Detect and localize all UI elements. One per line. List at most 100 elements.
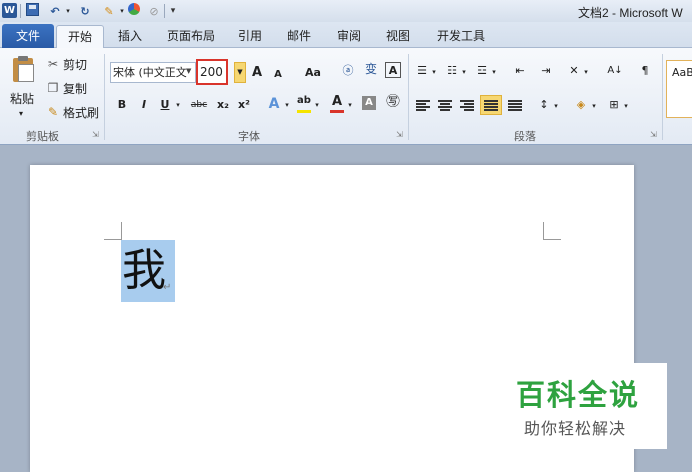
clipboard-group-label: 剪贴板 <box>26 130 59 143</box>
multilevel-dropdown-icon[interactable]: ▾ <box>490 63 498 81</box>
line-spacing-dropdown-icon[interactable]: ▾ <box>552 97 560 115</box>
paragraph-mark: ↵ <box>163 282 172 293</box>
format-painter-button[interactable]: ✎ 格式刷 <box>46 104 99 120</box>
clipboard-launcher-icon[interactable]: ⇲ <box>92 130 99 139</box>
shading-icon[interactable]: ◈ <box>572 96 590 114</box>
format-painter-label: 格式刷 <box>63 105 100 120</box>
tab-review[interactable]: 审阅 <box>331 25 367 47</box>
tab-developer[interactable]: 开发工具 <box>430 25 492 47</box>
clear-format-icon[interactable]: ⓐ <box>340 62 356 80</box>
tab-page-layout[interactable]: 页面布局 <box>160 25 222 47</box>
format-painter-qat-icon[interactable]: ✎ <box>102 3 116 19</box>
bold-button[interactable]: B <box>116 96 128 114</box>
ribbon: 粘贴 ▾ ✂ 剪切 ❐ 复制 ✎ 格式刷 剪贴板 ⇲ 宋体 (中文正文 ▼ 20… <box>0 48 692 145</box>
character-border-icon[interactable]: A <box>385 62 401 78</box>
justify-button[interactable] <box>480 95 502 115</box>
paragraph-launcher-icon[interactable]: ⇲ <box>650 130 657 139</box>
chinese-layout-icon[interactable]: ✕ <box>566 62 582 80</box>
align-right-icon[interactable] <box>460 100 474 112</box>
align-left-icon[interactable] <box>416 100 430 112</box>
shading-dropdown-icon[interactable]: ▾ <box>590 97 598 115</box>
underline-button[interactable]: U <box>159 96 171 114</box>
change-case-button[interactable]: Aa <box>302 64 324 82</box>
copy-button[interactable]: ❐ 复制 <box>46 80 87 96</box>
text-effects-icon[interactable]: A <box>266 95 282 113</box>
window-title: 文档2 - Microsoft W <box>578 6 683 20</box>
color-wheel-icon[interactable] <box>128 3 140 15</box>
title-bar: W ↶ ▾ ↻ ✎ ▾ ⊘ ▾ 文档2 - Microsoft W <box>0 0 692 22</box>
text-effects-dropdown-icon[interactable]: ▾ <box>283 96 291 114</box>
chinese-layout-dropdown-icon[interactable]: ▾ <box>582 63 590 81</box>
font-name-dropdown-icon[interactable]: ▼ <box>186 67 191 75</box>
font-group-label: 字体 <box>238 130 260 143</box>
redo-icon[interactable]: ↻ <box>78 3 92 19</box>
tab-mailings[interactable]: 邮件 <box>281 25 317 47</box>
copy-label: 复制 <box>63 81 88 96</box>
copy-icon: ❐ <box>47 81 59 95</box>
underline-dropdown-icon[interactable]: ▾ <box>174 96 182 114</box>
paste-button-label[interactable]: 粘贴 <box>10 90 34 107</box>
font-color-icon[interactable]: A <box>330 93 344 111</box>
phonetic-guide-icon[interactable]: 变 <box>362 60 380 78</box>
grow-font-button[interactable]: A <box>250 64 264 82</box>
italic-button[interactable]: I <box>138 96 150 114</box>
multilevel-list-icon[interactable]: ☲ <box>474 62 490 80</box>
bullets-dropdown-icon[interactable]: ▾ <box>430 63 438 81</box>
decrease-indent-icon[interactable]: ⇤ <box>512 62 528 80</box>
bullets-icon[interactable]: ☰ <box>414 62 430 80</box>
highlight-color-bar <box>297 110 311 113</box>
font-size-dropdown-icon[interactable]: ▼ <box>234 62 246 83</box>
watermark-logo: 百科全说 助你轻松解决 <box>510 363 667 449</box>
tab-references[interactable]: 引用 <box>232 25 268 47</box>
numbering-icon[interactable]: ☷ <box>444 62 460 80</box>
shrink-font-button[interactable]: A <box>272 66 284 84</box>
line-spacing-icon[interactable]: ↕ <box>536 96 552 114</box>
tab-view[interactable]: 视图 <box>380 25 416 47</box>
highlight-icon[interactable]: ab <box>296 92 312 110</box>
paragraph-group-label: 段落 <box>514 130 536 143</box>
increase-indent-icon[interactable]: ⇥ <box>538 62 554 80</box>
qat-separator <box>164 4 165 18</box>
document-text[interactable]: 我 <box>122 246 166 296</box>
style-preview-label: AaB <box>672 66 692 79</box>
undo-dropdown-icon[interactable]: ▾ <box>64 3 72 19</box>
tab-home[interactable]: 开始 <box>56 25 104 49</box>
borders-dropdown-icon[interactable]: ▾ <box>622 97 630 115</box>
superscript-button[interactable]: x² <box>236 96 252 114</box>
margin-corner-top-right <box>543 222 561 240</box>
subscript-button[interactable]: x₂ <box>215 96 231 114</box>
paint-dropdown-icon[interactable]: ▾ <box>118 3 126 19</box>
sort-icon[interactable]: A↓ <box>606 62 624 80</box>
borders-icon[interactable]: ⊞ <box>606 96 622 114</box>
font-name-select[interactable]: 宋体 (中文正文 <box>110 62 196 83</box>
ribbon-tab-bar: 文件 开始 插入 页面布局 引用 邮件 审阅 视图 开发工具 <box>0 22 692 49</box>
numbering-dropdown-icon[interactable]: ▾ <box>460 63 468 81</box>
font-launcher-icon[interactable]: ⇲ <box>396 130 403 139</box>
cut-button[interactable]: ✂ 剪切 <box>46 56 87 72</box>
align-center-icon[interactable] <box>438 100 452 112</box>
show-marks-icon[interactable]: ¶ <box>638 62 652 80</box>
highlight-dropdown-icon[interactable]: ▾ <box>313 96 321 114</box>
distributed-icon[interactable] <box>508 100 522 112</box>
justify-icon <box>484 100 498 112</box>
scissors-icon: ✂ <box>47 57 59 71</box>
undo-icon[interactable]: ↶ <box>48 3 62 19</box>
font-color-dropdown-icon[interactable]: ▾ <box>346 96 354 114</box>
margin-corner-top-left <box>104 222 122 240</box>
customize-qat-icon[interactable]: ▾ <box>168 3 178 19</box>
tab-file[interactable]: 文件 <box>2 24 54 48</box>
no-edit-icon[interactable]: ⊘ <box>147 3 161 19</box>
qat-separator <box>20 4 21 18</box>
paste-dropdown-icon[interactable]: ▾ <box>19 109 23 118</box>
strikethrough-button[interactable]: abc <box>189 96 209 114</box>
font-color-bar <box>330 110 344 113</box>
enclosed-character-icon[interactable]: ㊢ <box>384 93 402 111</box>
paste-icon[interactable] <box>10 56 36 84</box>
font-size-input[interactable]: 200 <box>196 59 228 85</box>
cut-label: 剪切 <box>63 57 88 72</box>
character-shading-icon[interactable]: A <box>362 96 376 110</box>
word-app-icon[interactable]: W <box>2 3 17 18</box>
watermark-title: 百科全说 <box>516 378 641 412</box>
save-icon[interactable] <box>26 3 39 16</box>
tab-insert[interactable]: 插入 <box>112 25 148 47</box>
